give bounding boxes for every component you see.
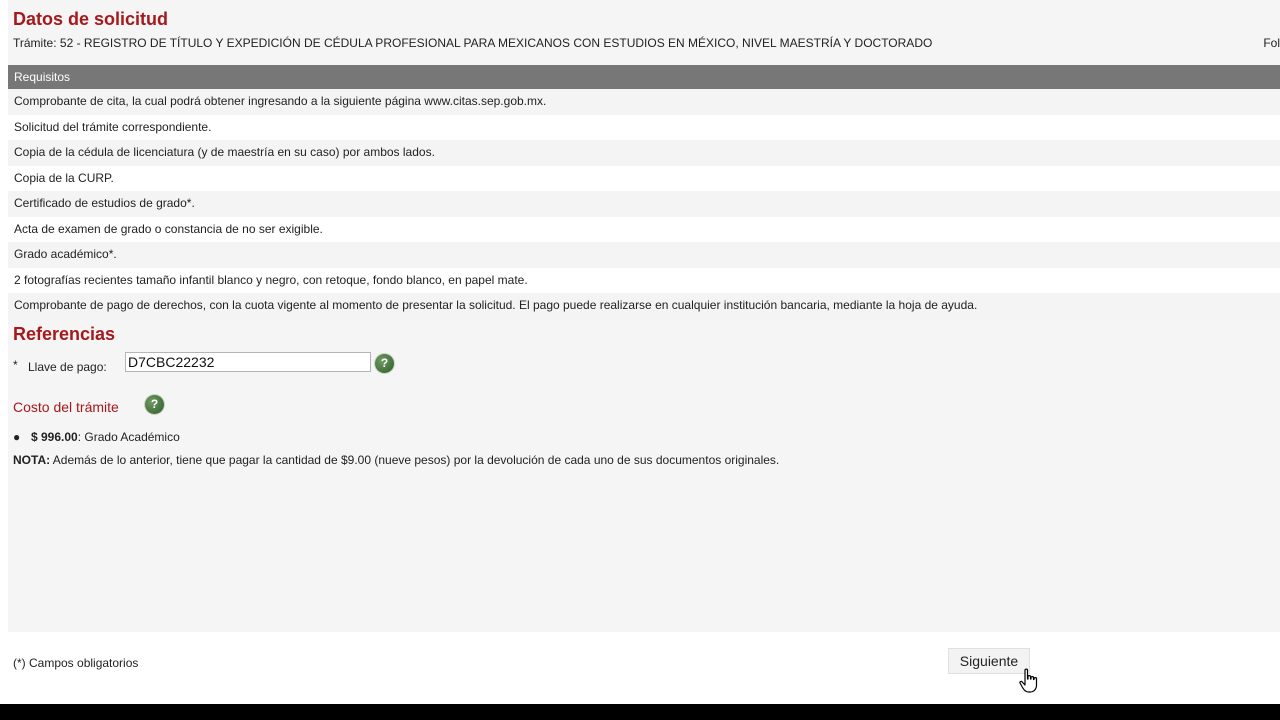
costo-title: Costo del trámite <box>13 399 119 415</box>
requisitos-list: Comprobante de cita, la cual podrá obten… <box>8 89 1280 319</box>
help-icon[interactable]: ? <box>145 395 164 414</box>
siguiente-button[interactable]: Siguiente <box>948 648 1030 674</box>
cost-amount: $ 996.00 <box>31 430 78 444</box>
folio-label: Fol <box>1263 36 1280 50</box>
requisito-row: 2 fotografías recientes tamaño infantil … <box>8 267 1280 293</box>
requisitos-header: Requisitos <box>8 65 1280 89</box>
requisito-row: Comprobante de cita, la cual podrá obten… <box>8 89 1280 115</box>
hand-pointer-icon <box>1019 668 1038 693</box>
bullet-icon: ● <box>13 430 21 444</box>
cost-item: ● $ 996.00: Grado Académico <box>13 430 180 444</box>
requisito-row: Solicitud del trámite correspondiente. <box>8 114 1280 140</box>
requisito-row: Acta de examen de grado o constancia de … <box>8 216 1280 242</box>
help-icon[interactable]: ? <box>375 354 394 373</box>
cost-description: : Grado Académico <box>77 430 180 444</box>
requisito-row: Certificado de estudios de grado*. <box>8 191 1280 217</box>
requisito-row: Copia de la cédula de licenciatura (y de… <box>8 140 1280 166</box>
llave-pago-input[interactable] <box>125 352 371 372</box>
taskbar-strip <box>0 704 1280 720</box>
requisitos-table: Requisitos Comprobante de cita, la cual … <box>8 65 1280 319</box>
llave-pago-label: Llave de pago: <box>28 360 107 374</box>
nota-body: Además de lo anterior, tiene que pagar l… <box>50 453 780 467</box>
nota-label: NOTA: <box>13 453 51 467</box>
required-mark: * <box>13 358 18 372</box>
referencias-title: Referencias <box>13 324 116 344</box>
tramite-description: Trámite: 52 - REGISTRO DE TÍTULO Y EXPED… <box>13 36 933 50</box>
requisito-row: Grado académico*. <box>8 242 1280 268</box>
requisito-row: Copia de la CURP. <box>8 165 1280 191</box>
nota-text: NOTA: Además de lo anterior, tiene que p… <box>13 453 779 467</box>
page-title: Datos de solicitud <box>13 9 169 29</box>
requisito-row: Comprobante de pago de derechos, con la … <box>8 293 1280 319</box>
required-fields-note: (*) Campos obligatorios <box>13 656 139 670</box>
